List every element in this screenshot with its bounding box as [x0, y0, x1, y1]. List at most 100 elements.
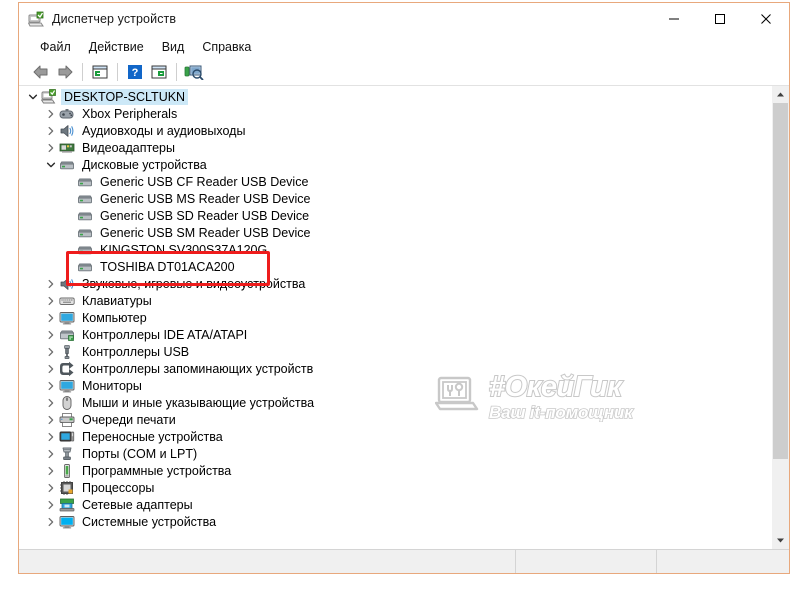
tree-row[interactable]: Процессоры — [19, 479, 770, 496]
chevron-right-icon[interactable] — [43, 446, 59, 462]
window-title: Диспетчер устройств — [52, 12, 177, 26]
tree-row-label: Аудиовходы и аудиовыходы — [82, 123, 246, 138]
tree-row[interactable]: Generic USB CF Reader USB Device — [19, 173, 770, 190]
chevron-down-icon[interactable] — [25, 89, 41, 105]
network-adapter-icon — [59, 497, 75, 513]
chevron-right-icon[interactable] — [43, 344, 59, 360]
device-manager-window: Диспетчер устройств Файл Действие Вид Сп… — [18, 2, 790, 574]
storage-controller-icon — [59, 361, 75, 377]
back-icon[interactable] — [29, 61, 53, 83]
chevron-right-icon[interactable] — [43, 327, 59, 343]
toolbar-separator — [176, 63, 177, 81]
tree-row-label: TOSHIBA DT01ACA200 — [100, 259, 235, 274]
tree-row[interactable]: Контроллеры USB — [19, 343, 770, 360]
chevron-right-icon[interactable] — [43, 497, 59, 513]
tree-row-label: Generic USB MS Reader USB Device — [100, 191, 311, 206]
tree-row[interactable]: DESKTOP-SCLTUKN — [19, 88, 770, 105]
tree-row[interactable]: Мыши и иные указывающие устройства — [19, 394, 770, 411]
tree-row-label: Контроллеры USB — [82, 344, 190, 359]
tree-row-label: KINGSTON SV300S37A120G — [100, 242, 268, 257]
chevron-right-icon[interactable] — [43, 106, 59, 122]
minimize-button[interactable] — [651, 3, 697, 34]
tree-row[interactable]: Видеоадаптеры — [19, 139, 770, 156]
tree-row[interactable]: Переносные устройства — [19, 428, 770, 445]
tree-row[interactable]: Контроллеры запоминающих устройств — [19, 360, 770, 377]
chevron-right-icon[interactable] — [43, 276, 59, 292]
chevron-right-icon[interactable] — [43, 412, 59, 428]
chevron-right-icon[interactable] — [43, 480, 59, 496]
forward-icon[interactable] — [53, 61, 77, 83]
chevron-right-icon[interactable] — [43, 429, 59, 445]
tree-row[interactable]: Программные устройства — [19, 462, 770, 479]
scan-hardware-changes-icon[interactable] — [182, 61, 206, 83]
tree-row-label: Xbox Peripherals — [82, 106, 178, 121]
tree-row[interactable]: Системные устройства — [19, 513, 770, 530]
audio-icon — [59, 123, 75, 139]
monitor-icon — [59, 310, 75, 326]
tree-row[interactable]: Сетевые адаптеры — [19, 496, 770, 513]
device-tree-panel[interactable]: DESKTOP-SCLTUKN Xbox Peripherals Аудиовх… — [19, 86, 771, 549]
chevron-right-icon[interactable] — [43, 361, 59, 377]
properties-icon[interactable] — [88, 61, 112, 83]
scroll-down-button[interactable] — [772, 532, 789, 549]
tree-row[interactable]: TOSHIBA DT01ACA200 — [19, 258, 770, 275]
menu-action[interactable]: Действие — [80, 37, 153, 58]
tree-row[interactable]: Контроллеры IDE ATA/ATAPI — [19, 326, 770, 343]
scroll-up-button[interactable] — [772, 86, 789, 103]
chevron-right-icon[interactable] — [43, 395, 59, 411]
tree-row[interactable]: KINGSTON SV300S37A120G — [19, 241, 770, 258]
system-device-icon — [59, 514, 75, 530]
chevron-right-icon[interactable] — [43, 123, 59, 139]
tree-row-label: Контроллеры запоминающих устройств — [82, 361, 314, 376]
chevron-right-icon[interactable] — [43, 463, 59, 479]
tree-row-label: Видеоадаптеры — [82, 140, 175, 155]
tree-row[interactable]: Компьютер — [19, 309, 770, 326]
scrollbar-track[interactable] — [772, 103, 789, 532]
vertical-scrollbar[interactable] — [771, 86, 789, 549]
tree-row[interactable]: Порты (COM и LPT) — [19, 445, 770, 462]
tree-row[interactable]: Клавиатуры — [19, 292, 770, 309]
tree-row-label: Процессоры — [82, 480, 155, 495]
chevron-down-icon[interactable] — [43, 157, 59, 173]
tree-row-label: Компьютер — [82, 310, 147, 325]
menu-file[interactable]: Файл — [31, 37, 80, 58]
tree-row-label: Клавиатуры — [82, 293, 152, 308]
tree-row[interactable]: Мониторы — [19, 377, 770, 394]
chevron-right-icon[interactable] — [43, 514, 59, 530]
tree-row-label: Программные устройства — [82, 463, 232, 478]
device-tree[interactable]: DESKTOP-SCLTUKN Xbox Peripherals Аудиовх… — [19, 88, 770, 530]
tree-row-label: Generic USB SD Reader USB Device — [100, 208, 310, 223]
toolbar: ? — [19, 59, 789, 86]
chevron-right-icon[interactable] — [43, 378, 59, 394]
tree-row[interactable]: Аудиовходы и аудиовыходы — [19, 122, 770, 139]
chevron-right-icon[interactable] — [43, 140, 59, 156]
tree-row[interactable]: Generic USB SD Reader USB Device — [19, 207, 770, 224]
help-icon[interactable]: ? — [123, 61, 147, 83]
title-bar: Диспетчер устройств — [19, 3, 789, 35]
tree-row[interactable]: Дисковые устройства — [19, 156, 770, 173]
chevron-right-icon[interactable] — [43, 310, 59, 326]
close-button[interactable] — [743, 3, 789, 34]
disk-icon — [77, 225, 93, 241]
menu-help[interactable]: Справка — [193, 37, 260, 58]
chevron-right-icon[interactable] — [43, 293, 59, 309]
tree-row[interactable]: Очереди печати — [19, 411, 770, 428]
tree-row[interactable]: Generic USB MS Reader USB Device — [19, 190, 770, 207]
tree-row[interactable]: Generic USB SM Reader USB Device — [19, 224, 770, 241]
menu-view[interactable]: Вид — [153, 37, 194, 58]
show-hide-console-tree-icon[interactable] — [147, 61, 171, 83]
display-adapter-icon — [59, 140, 75, 156]
svg-text:?: ? — [132, 67, 139, 79]
scrollbar-thumb[interactable] — [773, 103, 788, 460]
tree-row-label: Дисковые устройства — [82, 157, 207, 172]
maximize-button[interactable] — [697, 3, 743, 34]
tree-row[interactable]: Звуковые, игровые и видеоустройства — [19, 275, 770, 292]
tree-row-label: Очереди печати — [82, 412, 176, 427]
disk-icon — [77, 242, 93, 258]
tree-row-label: Мониторы — [82, 378, 142, 393]
tree-row[interactable]: Xbox Peripherals — [19, 105, 770, 122]
